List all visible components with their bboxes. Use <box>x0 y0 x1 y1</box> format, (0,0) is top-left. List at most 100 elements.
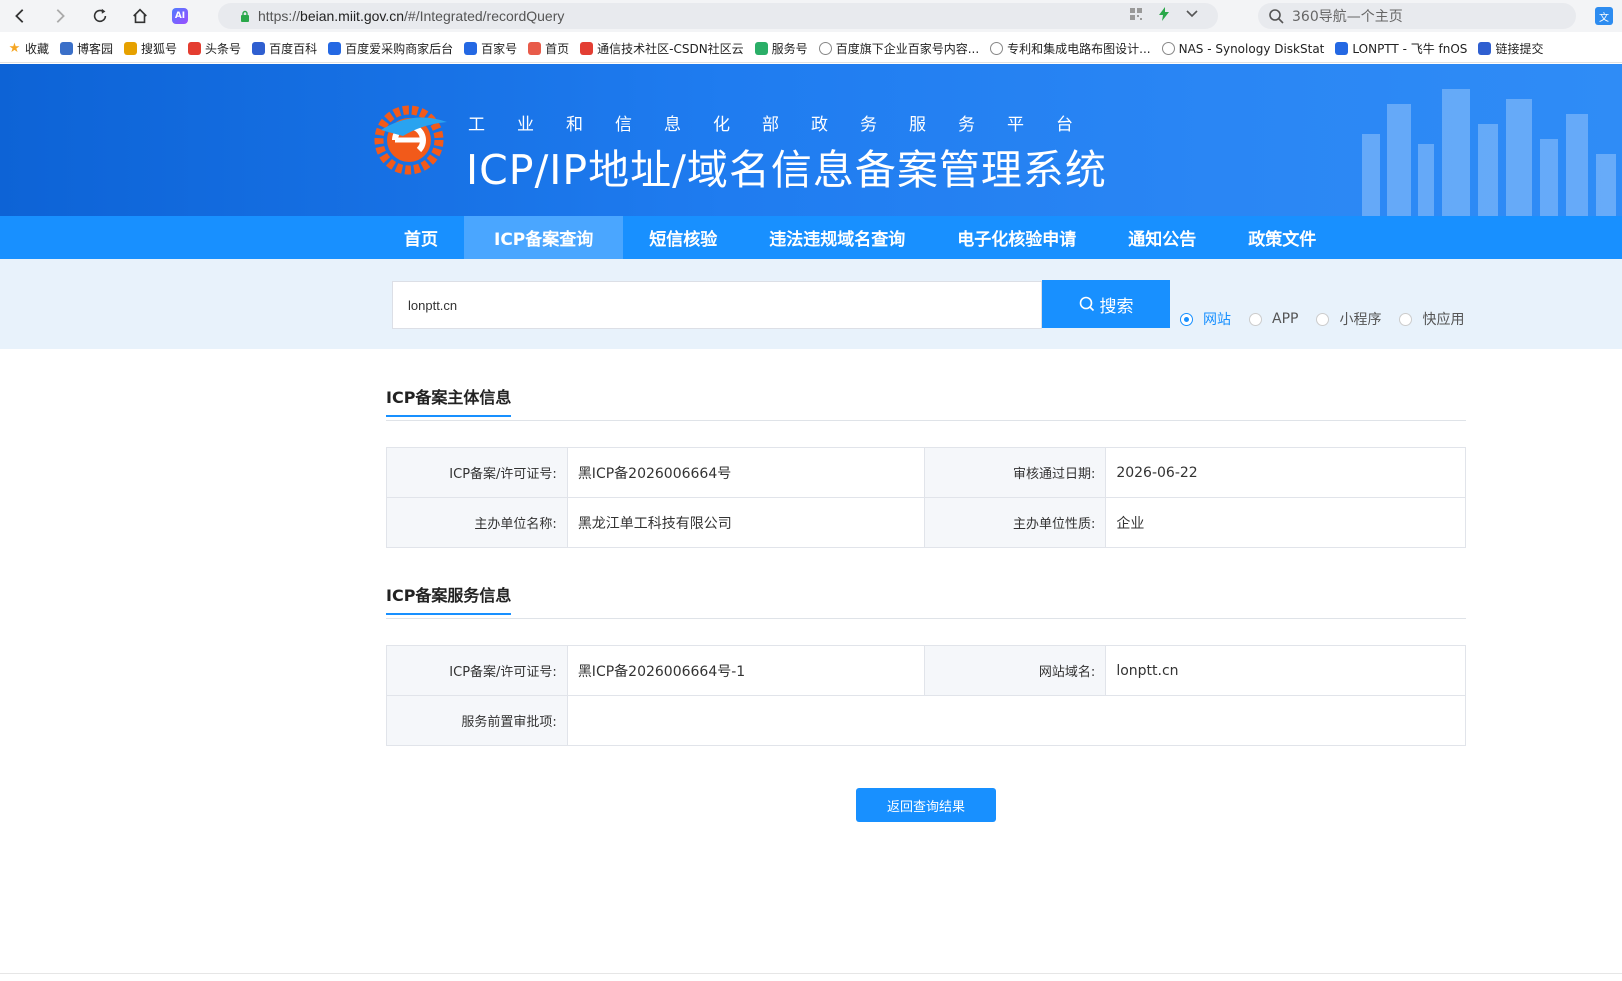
query-type-radio[interactable]: 小程序 <box>1316 309 1381 329</box>
home-favicon <box>528 42 542 55</box>
bookmark-label: 百度百科 <box>269 42 318 56</box>
bookmark-label: NAS - Synology DiskStat <box>1178 41 1325 56</box>
bookmark-item[interactable]: 博客园 <box>60 40 113 57</box>
organizer-type-value: 企业 <box>1105 497 1466 548</box>
csdn-icon <box>580 42 594 55</box>
back-nav-button[interactable] <box>0 0 40 32</box>
pre-approval-label: 服务前置审批项: <box>386 695 568 746</box>
query-type-radio[interactable]: 快应用 <box>1399 309 1464 329</box>
bookmark-label: 收藏 <box>25 42 50 56</box>
city-skyline-decoration <box>1362 89 1616 216</box>
baidu-paw-icon <box>1478 42 1492 55</box>
wechat-icon <box>754 42 768 55</box>
nav-item[interactable]: 首页 <box>378 216 464 259</box>
reload-button[interactable] <box>80 0 120 32</box>
browser-search-placeholder: 360导航—个主页 <box>1292 9 1403 25</box>
bookmark-item[interactable]: 百度爱采购商家后台 <box>328 40 453 57</box>
bookmark-label: 专利和集成电路布图设计... <box>1007 42 1151 56</box>
url-scheme: https:// <box>258 8 301 24</box>
nav-item[interactable]: 短信核验 <box>623 216 743 259</box>
bookmark-label: 通信技术社区-CSDN社区云 <box>597 42 744 56</box>
nav-item[interactable]: 电子化核验申请 <box>931 216 1102 259</box>
domain-value: lonptt.cn <box>1105 645 1466 696</box>
organizer-name-value: 黑龙江单工科技有限公司 <box>566 497 925 548</box>
ai-assistant-button[interactable]: AI <box>160 0 200 32</box>
bookmark-label: LONPTT - 飞牛 fnOS <box>1352 42 1468 56</box>
arrow-right-icon <box>56 9 65 23</box>
bookmark-item[interactable]: 头条号 <box>188 40 241 57</box>
radio-dot-icon <box>1180 312 1193 326</box>
chevron-down-icon[interactable] <box>1186 10 1198 18</box>
bookmark-item[interactable]: 百度百科 <box>252 40 317 57</box>
baidu-paw-icon <box>252 42 266 55</box>
sohu-icon <box>124 42 138 55</box>
address-bar[interactable]: https://beian.miit.gov.cn/#/Integrated/r… <box>218 3 1218 29</box>
lightning-icon[interactable] <box>1158 7 1170 21</box>
bookmark-label: 博客园 <box>77 42 114 56</box>
cnblogs-icon <box>60 42 74 55</box>
bookmark-item[interactable]: 链接提交 <box>1478 40 1543 57</box>
query-type-radio[interactable]: APP <box>1249 309 1298 329</box>
radio-label: 网站 <box>1203 312 1231 328</box>
reload-icon <box>93 8 107 23</box>
bookmarks-bar: ★ 收藏 博客园 搜狐号 头条号 百度百科 百度爱采购商家后台 百家号 首页 通信技术社区-CSD… <box>0 35 1622 63</box>
bookmark-item[interactable]: 通信技术社区-CSDN社区云 <box>580 40 744 57</box>
bookmark-label: 搜狐号 <box>141 42 178 56</box>
bookmark-item[interactable]: NAS - Synology DiskStat <box>1161 41 1325 56</box>
table-row: 服务前置审批项: <box>386 695 1467 746</box>
toutiao-icon <box>188 42 202 55</box>
bookmark-item[interactable]: 服务号 <box>754 40 808 57</box>
search-button[interactable]: 搜索 <box>1042 280 1170 328</box>
radio-label: APP <box>1272 311 1299 327</box>
qr-code-icon[interactable] <box>1130 8 1142 20</box>
footer-divider <box>0 973 1622 974</box>
bookmark-label: 百家号 <box>481 42 518 56</box>
browser-search-box[interactable]: 360导航—个主页 <box>1258 3 1576 29</box>
nav-item[interactable]: ICP备案查询 <box>464 216 624 259</box>
forward-nav-button[interactable] <box>40 0 80 32</box>
subject-info-table: ICP备案/许可证号: 黑ICP备2026006664号 审核通过日期: 202… <box>386 447 1466 548</box>
home-button[interactable] <box>120 0 160 32</box>
approval-date-value: 2026-06-22 <box>1105 447 1466 498</box>
fnos-icon <box>1335 42 1349 55</box>
organizer-name-label: 主办单位名称: <box>386 497 568 548</box>
service-license-value: 黑ICP备2026006664号-1 <box>566 645 925 696</box>
organizer-type-label: 主办单位性质: <box>923 497 1107 548</box>
nav-item[interactable]: 政策文件 <box>1222 216 1342 259</box>
bookmark-item[interactable]: 首页 <box>528 40 569 57</box>
nav-item[interactable]: 违法违规域名查询 <box>743 216 931 259</box>
miit-logo-icon <box>374 105 447 175</box>
query-type-radio[interactable]: 网站 <box>1180 309 1231 329</box>
back-to-results-button[interactable]: 返回查询结果 <box>856 788 996 822</box>
home-icon <box>133 8 147 24</box>
search-section: 搜索 网站 APP 小程序 快应用 <box>0 259 1622 349</box>
bookmark-item[interactable]: 搜狐号 <box>124 40 177 57</box>
bookmark-item[interactable]: 百度旗下企业百家号内容... <box>818 40 980 57</box>
radio-dot-icon <box>1249 312 1262 326</box>
service-info-table: ICP备案/许可证号: 黑ICP备2026006664号-1 网站域名: lon… <box>386 645 1467 746</box>
bookmark-item[interactable]: 百家号 <box>464 40 517 57</box>
star-icon: ★ <box>8 41 21 56</box>
service-license-label: ICP备案/许可证号: <box>386 645 568 696</box>
service-info-title: ICP备案服务信息 <box>386 582 512 615</box>
search-button-label: 搜索 <box>1099 296 1134 317</box>
baijiahao-icon <box>464 42 478 55</box>
bookmark-item[interactable]: ★ 收藏 <box>8 40 49 57</box>
approval-date-label: 审核通过日期: <box>923 447 1107 498</box>
globe-icon <box>990 42 1004 55</box>
query-type-radio-group: 网站 APP 小程序 快应用 <box>1180 309 1482 329</box>
bookmark-item[interactable]: 专利和集成电路布图设计... <box>990 40 1151 57</box>
bookmark-item[interactable]: LONPTT - 飞牛 fnOS <box>1335 40 1467 57</box>
bookmark-label: 百度爱采购商家后台 <box>345 42 454 56</box>
bookmark-label: 服务号 <box>771 42 808 56</box>
query-input[interactable] <box>392 281 1042 329</box>
domain-label: 网站域名: <box>923 645 1107 696</box>
bookmark-label: 百度旗下企业百家号内容... <box>835 42 980 56</box>
translate-extension-icon[interactable]: 文 <box>1595 7 1613 25</box>
radio-label: 快应用 <box>1422 312 1465 328</box>
radio-dot-icon <box>1399 312 1413 326</box>
main-navigation: 首页 ICP备案查询 短信核验 违法违规域名查询 电子化核验申请 通知公告 政策文件 <box>0 216 1622 259</box>
globe-icon <box>818 42 832 55</box>
search-icon <box>1079 296 1094 312</box>
nav-item[interactable]: 通知公告 <box>1102 216 1222 259</box>
